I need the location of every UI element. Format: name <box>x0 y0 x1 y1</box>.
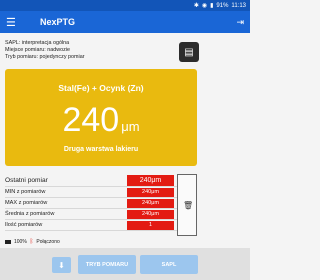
stats-value: 240μm <box>127 209 174 219</box>
wifi-icon: ◉ <box>201 3 208 9</box>
connection-icon: ᛒ <box>29 239 34 245</box>
stats-value: 240μm <box>127 198 174 208</box>
stats-table: Ostatni pomiar 240μm MIN z pomiarów 240μ… <box>5 174 177 231</box>
trash-icon[interactable]: 🗑 <box>183 201 193 210</box>
delete-panel[interactable]: 🗑 <box>177 174 197 236</box>
stats-label: Ostatni pomiar <box>5 176 48 184</box>
probe-icon: ⬇ <box>58 260 65 270</box>
stats-label: Średnia z pomiarów <box>5 211 55 217</box>
app-title: NexPTG <box>40 17 76 27</box>
bluetooth-icon: ✱ <box>193 3 199 9</box>
sapl-button[interactable]: SAPL <box>140 255 198 274</box>
stats-row: Ostatni pomiar 240μm <box>5 174 177 187</box>
stats-label: Ilość pomiarów <box>5 222 43 228</box>
battery-icon: ▮ <box>210 3 214 9</box>
device-battery: 100% <box>14 239 27 245</box>
stats-value: 240μm <box>127 187 174 197</box>
layer-label: Druga warstwa lakieru <box>63 146 139 153</box>
device-battery-icon <box>5 240 11 244</box>
probe-button[interactable]: ⬇ <box>52 257 71 273</box>
status-bar: ✱ ◉ ▮ 91% 11:13 <box>0 0 250 11</box>
connection-status: Połączono <box>36 239 60 245</box>
stats-value: 240μm <box>127 174 174 186</box>
sapl-info: SAPL: interpretacja ogólna <box>5 40 70 46</box>
reading-unit: μm <box>121 119 140 134</box>
clock: 11:13 <box>231 2 246 9</box>
reading-value: 240 <box>62 101 120 139</box>
stats-value: 1 <box>127 220 174 230</box>
measurement-info: SAPL: interpretacja ogólna Miejsce pomia… <box>5 40 175 61</box>
stats-row: Ilość pomiarów 1 <box>5 220 177 231</box>
stats-label: MAX z pomiarów <box>5 200 48 206</box>
stats-row: Średnia z pomiarów 240μm <box>5 209 177 220</box>
measure-mode-button[interactable]: TRYB POMIARU <box>78 255 136 274</box>
stats-label: MIN z pomiarów <box>5 189 46 195</box>
stats-row: MIN z pomiarów 240μm <box>5 187 177 198</box>
battery-level: 91% <box>216 2 229 9</box>
document-icon: ▤ <box>184 46 194 58</box>
reading-panel: Stal(Fe) + Ocynk (Zn) 240 μm Druga warst… <box>5 69 197 166</box>
app-bar: ☰ NexPTG ⇥ <box>0 11 250 33</box>
device-status: 100% ᛒ Połączono <box>5 239 60 245</box>
hamburger-menu-icon[interactable]: ☰ <box>6 16 22 29</box>
stats-row: MAX z pomiarów 240μm <box>5 198 177 209</box>
mode-info: Tryb pomiaru: pojedynczy pomiar <box>5 54 85 60</box>
reading-display: 240 μm <box>5 101 197 140</box>
material-label: Stal(Fe) + Ocynk (Zn) <box>58 83 144 93</box>
exit-icon[interactable]: ⇥ <box>236 17 244 28</box>
document-button[interactable]: ▤ <box>179 42 199 62</box>
location-info: Miejsce pomiaru: nadwozie <box>5 47 71 53</box>
